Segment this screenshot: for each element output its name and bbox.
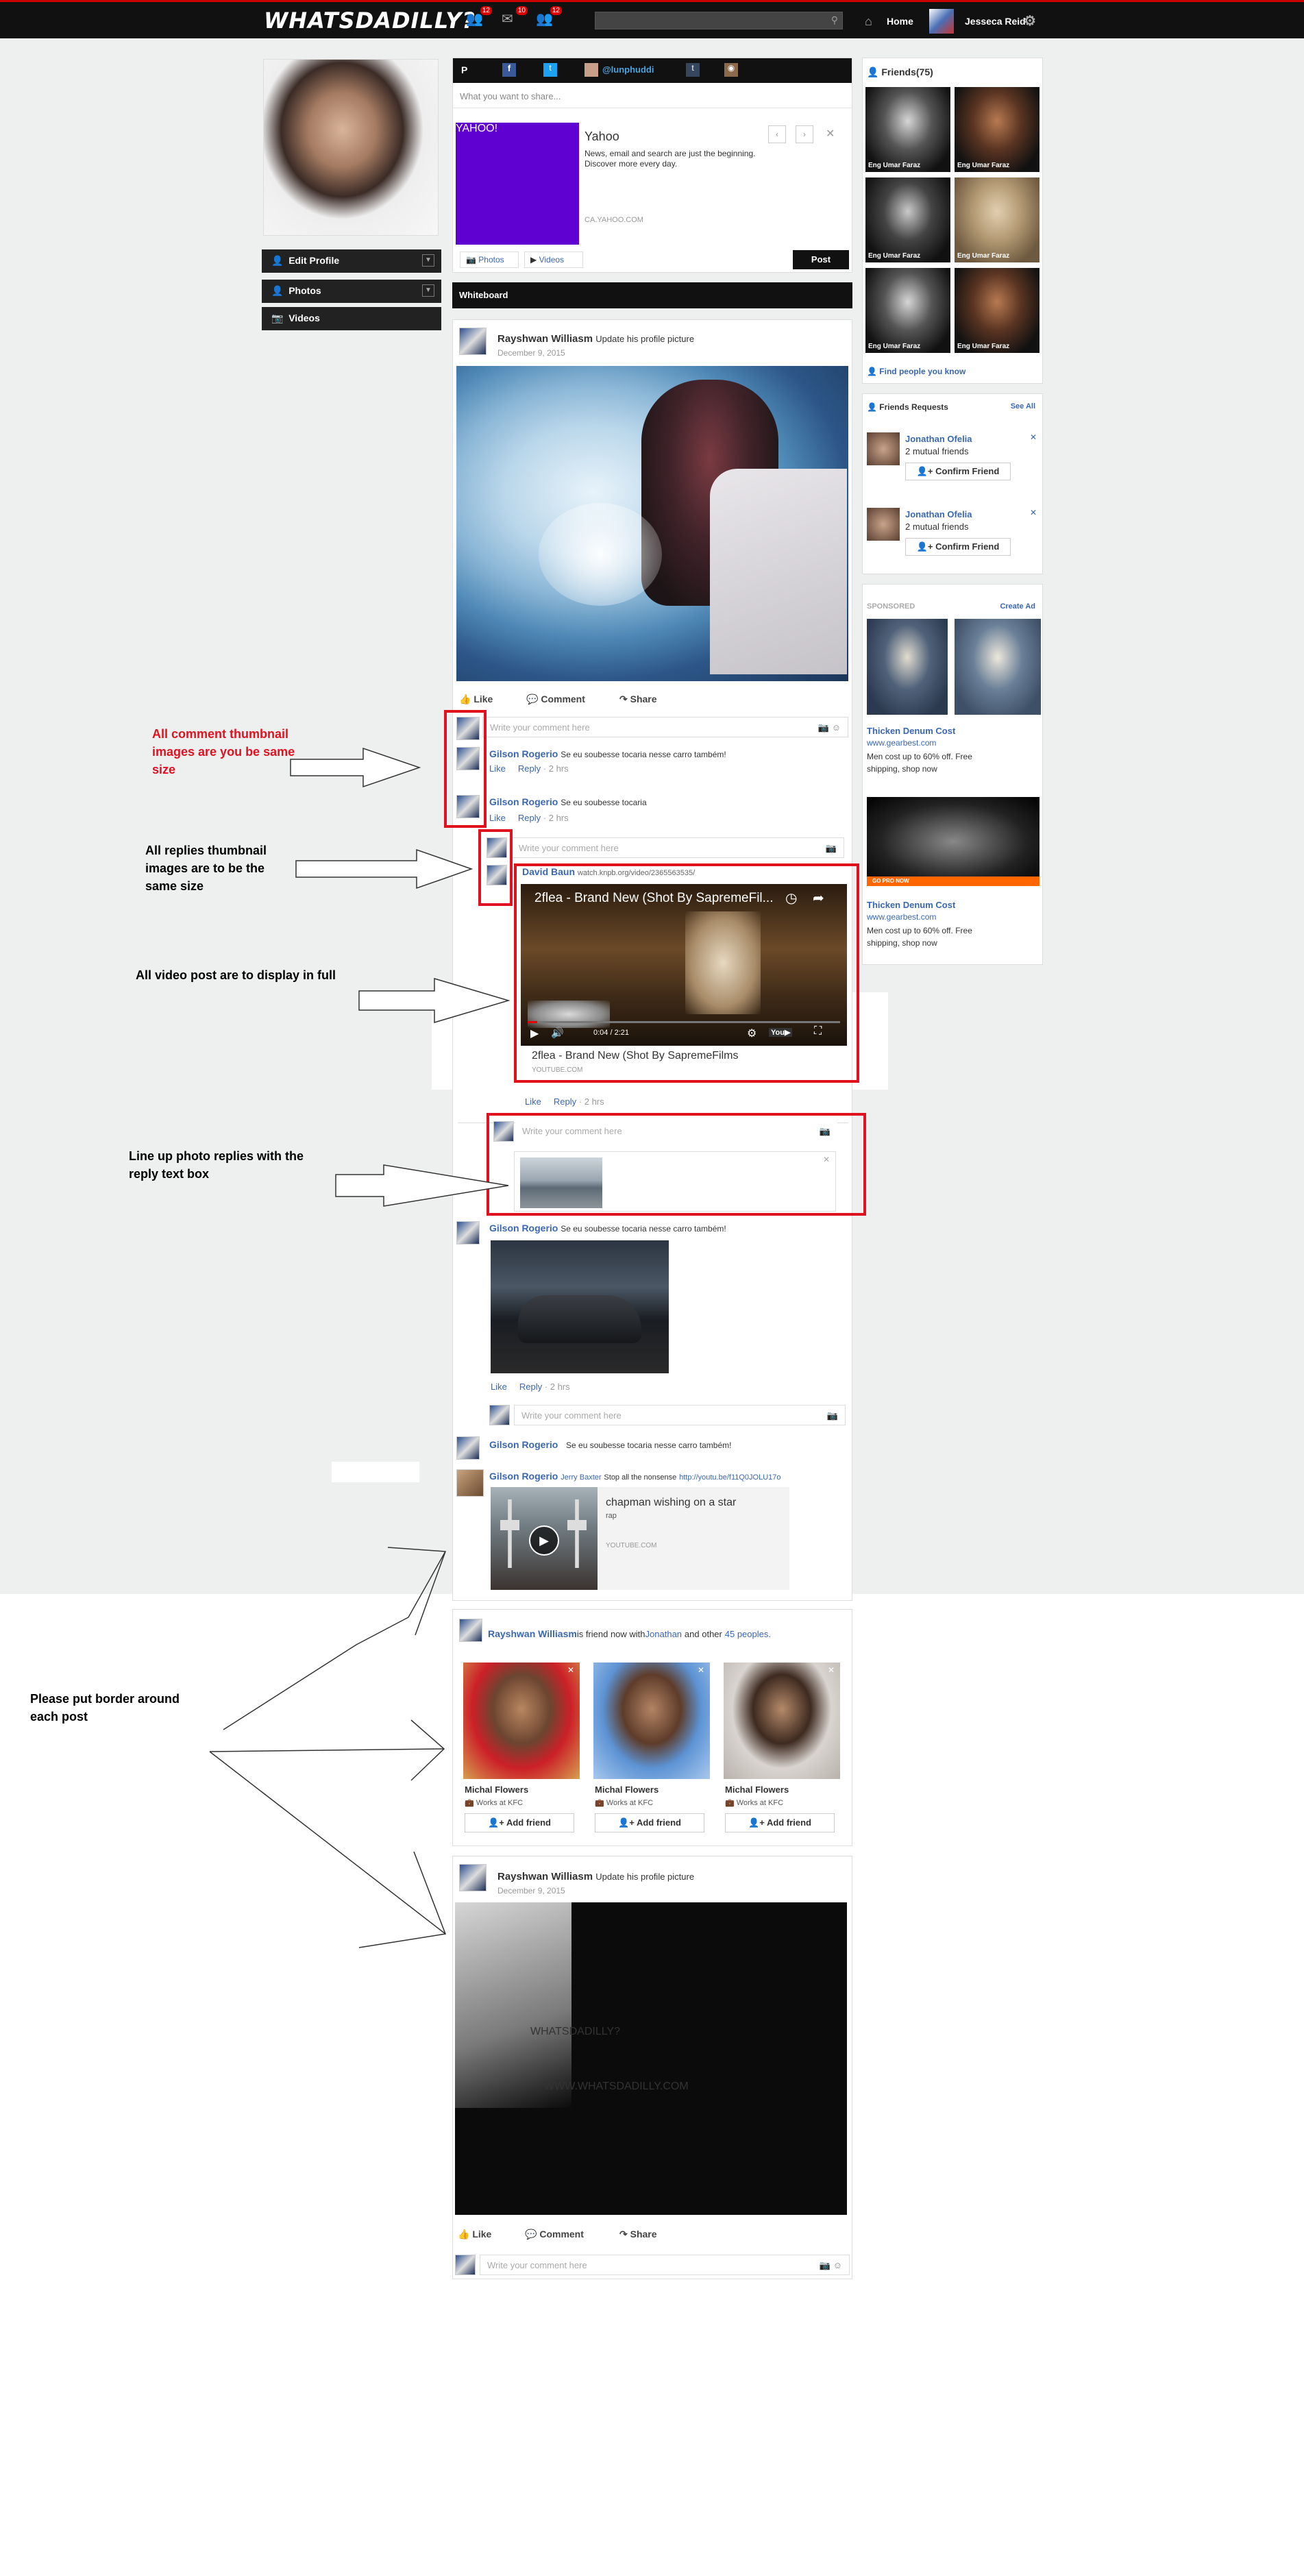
arrow-shape — [335, 1164, 509, 1207]
arrow-shape — [295, 848, 473, 890]
arrow-shape — [209, 1751, 446, 1935]
arrow-shape — [223, 1551, 446, 1730]
arrow-shape — [387, 1547, 447, 1636]
arrow-shape — [358, 977, 510, 1024]
arrow-shape — [290, 747, 421, 788]
arrow-shape — [410, 1719, 445, 1781]
arrow-shape — [209, 1748, 445, 1752]
annotation-arrows — [209, 747, 510, 1948]
arrow-shape — [358, 1851, 447, 1948]
